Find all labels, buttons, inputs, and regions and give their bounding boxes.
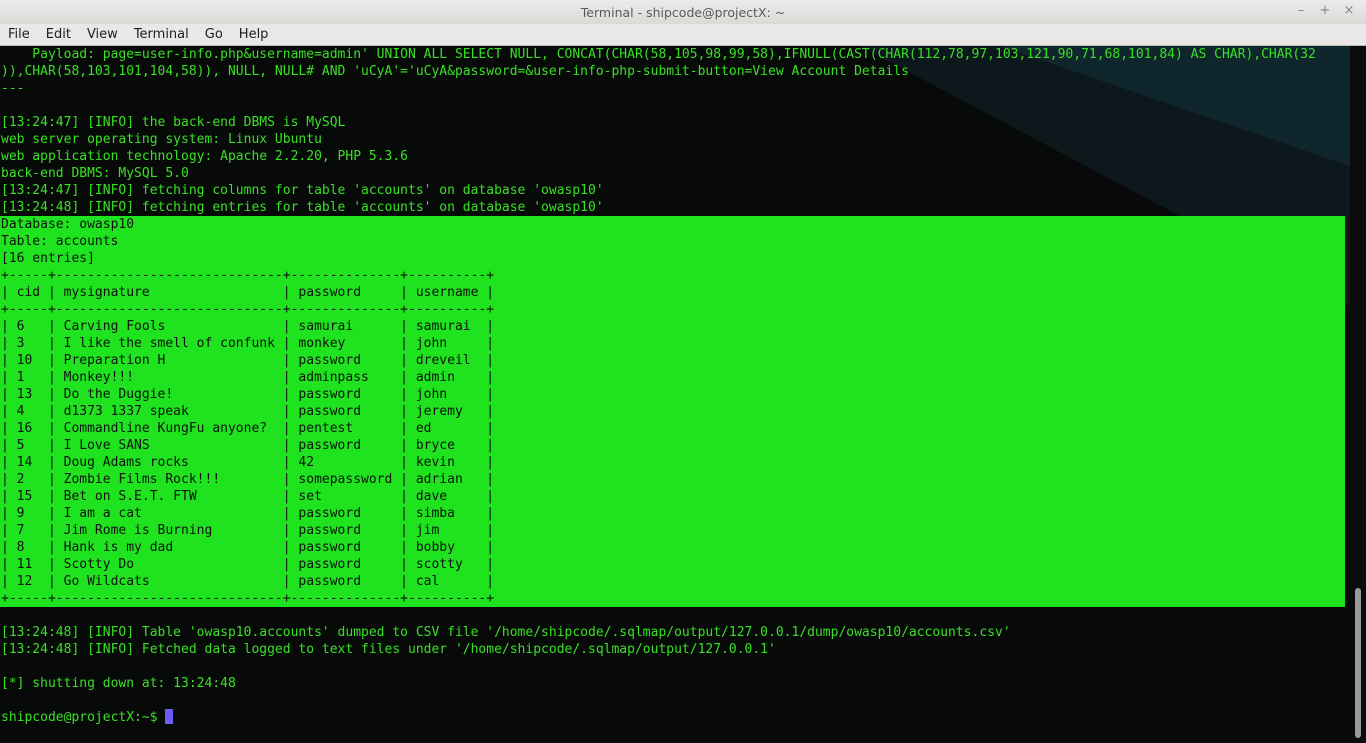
output-line: [13:24:47] [INFO] fetching columns for t… xyxy=(1,182,604,199)
table-row: | 6 | Carving Fools | samurai | samurai … xyxy=(1,318,494,335)
menu-edit[interactable]: Edit xyxy=(38,24,79,45)
output-line: web application technology: Apache 2.2.2… xyxy=(1,148,408,165)
table-row: | 2 | Zombie Films Rock!!! | somepasswor… xyxy=(1,471,494,488)
table-row: | 1 | Monkey!!! | adminpass | admin | xyxy=(1,369,494,386)
table-row: | 14 | Doug Adams rocks | 42 | kevin | xyxy=(1,454,494,471)
minimize-button[interactable]: – xyxy=(1294,4,1308,18)
table-row: | 15 | Bet on S.E.T. FTW | set | dave | xyxy=(1,488,494,505)
table-row: | 8 | Hank is my dad | password | bobby … xyxy=(1,539,494,556)
terminal-scrollbar[interactable] xyxy=(1350,46,1366,743)
output-line: --- xyxy=(1,80,24,97)
output-line: Payload: page=user-info.php&username=adm… xyxy=(1,46,1316,63)
output-line: [16 entries] xyxy=(1,250,95,267)
menu-go[interactable]: Go xyxy=(197,24,231,45)
output-line: [13:24:48] [INFO] Table 'owasp10.account… xyxy=(1,624,1011,641)
menu-file[interactable]: File xyxy=(0,24,38,45)
table-row: | 13 | Do the Duggie! | password | john … xyxy=(1,386,494,403)
menu-bar: File Edit View Terminal Go Help xyxy=(0,24,1366,46)
table-row: +-----+-----------------------------+---… xyxy=(1,301,494,318)
output-line: )),CHAR(58,103,101,104,58)), NULL, NULL#… xyxy=(1,63,909,80)
maximize-button[interactable]: + xyxy=(1318,4,1332,18)
output-line: [13:24:47] [INFO] the back-end DBMS is M… xyxy=(1,114,345,131)
table-row: | 4 | d1373 1337 speak | password | jere… xyxy=(1,403,494,420)
window-titlebar[interactable]: Terminal - shipcode@projectX: ~ – + × xyxy=(0,0,1366,25)
table-row: +-----+-----------------------------+---… xyxy=(1,267,494,284)
menu-terminal[interactable]: Terminal xyxy=(126,24,197,45)
table-row: | 5 | I Love SANS | password | bryce | xyxy=(1,437,494,454)
table-row: | 10 | Preparation H | password | drevei… xyxy=(1,352,494,369)
menu-help[interactable]: Help xyxy=(231,24,277,45)
window-controls: – + × xyxy=(1294,4,1356,18)
output-line: [*] shutting down at: 13:24:48 xyxy=(1,675,236,692)
table-row: | 16 | Commandline KungFu anyone? | pent… xyxy=(1,420,494,437)
table-row: | 7 | Jim Rome is Burning | password | j… xyxy=(1,522,494,539)
scrollbar-thumb[interactable] xyxy=(1355,588,1361,738)
close-button[interactable]: × xyxy=(1342,4,1356,18)
output-line: web server operating system: Linux Ubunt… xyxy=(1,131,322,148)
window-title: Terminal - shipcode@projectX: ~ xyxy=(0,5,1366,20)
table-row: | 9 | I am a cat | password | simba | xyxy=(1,505,494,522)
text-cursor xyxy=(165,709,173,724)
table-row: +-----+-----------------------------+---… xyxy=(1,590,494,607)
table-row: | 12 | Go Wildcats | password | cal | xyxy=(1,573,494,590)
terminal-output[interactable]: Payload: page=user-info.php&username=adm… xyxy=(0,46,1350,743)
output-line: [13:24:48] [INFO] Fetched data logged to… xyxy=(1,641,776,658)
table-row: | 11 | Scotty Do | password | scotty | xyxy=(1,556,494,573)
output-line: Database: owasp10 xyxy=(1,216,134,233)
output-line: [13:24:48] [INFO] fetching entries for t… xyxy=(1,199,604,216)
output-line: Table: accounts xyxy=(1,233,118,250)
menu-view[interactable]: View xyxy=(79,24,126,45)
output-line: back-end DBMS: MySQL 5.0 xyxy=(1,165,189,182)
prompt-line[interactable]: shipcode@projectX:~$ xyxy=(1,709,173,726)
shell-prompt: shipcode@projectX:~$ xyxy=(1,710,165,725)
table-row: | cid | mysignature | password | usernam… xyxy=(1,284,494,301)
table-row: | 3 | I like the smell of confunk | monk… xyxy=(1,335,494,352)
